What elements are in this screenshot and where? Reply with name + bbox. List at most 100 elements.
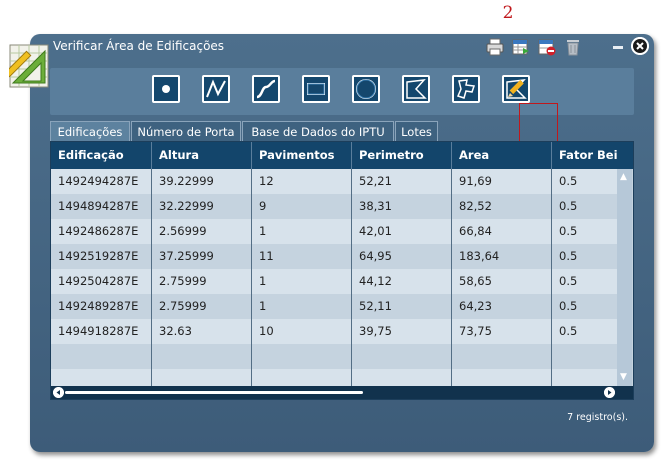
- table-cell: 42,01: [359, 224, 392, 238]
- table-cell: 2.56999: [159, 224, 207, 238]
- vertical-scrollbar[interactable]: ▲ ▼: [617, 169, 632, 386]
- column-divider: [251, 169, 252, 386]
- column-header[interactable]: Altura: [152, 142, 252, 169]
- polyline-tool-button[interactable]: [202, 75, 230, 103]
- polygon-tool-button[interactable]: [402, 75, 430, 103]
- rectangle-tool-button[interactable]: [302, 75, 330, 103]
- tab-numero-de-porta[interactable]: Número de Porta: [131, 121, 241, 141]
- table-cell: 39,75: [359, 324, 392, 338]
- scroll-left-icon[interactable]: [53, 387, 64, 398]
- table-row[interactable]: 1494918287E 32.63 10 39,75 73,75 0.5: [51, 319, 617, 344]
- table-cell: 32.22999: [159, 199, 214, 213]
- tab-base-de-dados-iptu[interactable]: Base de Dados do IPTU: [242, 121, 394, 141]
- table-header: Edificação Altura Pavimentos Perimetro A…: [51, 142, 633, 169]
- export-table-icon[interactable]: [512, 38, 530, 56]
- table-cell: 1494918287E: [58, 324, 139, 338]
- table-cell: 0.5: [559, 324, 578, 338]
- edit-pencil-tool-button[interactable]: [502, 75, 530, 103]
- table-row[interactable]: 1494894287E 32.22999 9 38,31 82,52 0.5: [51, 194, 617, 219]
- table-cell: 1492489287E: [58, 299, 139, 313]
- table-cell: 64,95: [359, 249, 392, 263]
- column-divider: [551, 169, 552, 386]
- close-icon[interactable]: [631, 37, 649, 55]
- column-header[interactable]: Perimetro: [352, 142, 452, 169]
- horizontal-scrollbar[interactable]: [51, 386, 633, 399]
- table-cell: 64,23: [459, 299, 492, 313]
- column-divider: [351, 169, 352, 386]
- column-header[interactable]: Pavimentos: [252, 142, 352, 169]
- table-cell: 73,75: [459, 324, 492, 338]
- freehand-tool-button[interactable]: [452, 75, 480, 103]
- column-header[interactable]: Fator Beira: [552, 142, 617, 169]
- table-cell: 2.75999: [159, 274, 207, 288]
- record-count: 7 registro(s).: [567, 412, 628, 423]
- table-cell: 11: [259, 249, 274, 263]
- drawing-toolbar: [50, 68, 634, 145]
- table-cell: 0.5: [559, 274, 578, 288]
- curve-tool-button[interactable]: [252, 75, 280, 103]
- column-header[interactable]: Area: [452, 142, 552, 169]
- circle-tool-icon: [356, 79, 376, 99]
- table-cell: 52,21: [359, 174, 392, 188]
- table-cell: 66,84: [459, 224, 492, 238]
- table-cell: 1: [259, 299, 267, 313]
- table-cell: 1494894287E: [58, 199, 139, 213]
- table-row[interactable]: 1492519287E 37.25999 11 64,95 183,64 0.5: [51, 244, 617, 269]
- minimize-button[interactable]: [613, 46, 623, 49]
- table-cell: 39.22999: [159, 174, 214, 188]
- table-cell: 0.5: [559, 224, 578, 238]
- table-row[interactable]: 1492486287E 2.56999 1 42,01 66,84 0.5: [51, 219, 617, 244]
- table-cell: 1492504287E: [58, 274, 139, 288]
- table-cell: 1492494287E: [58, 174, 139, 188]
- verify-buildings-window: Verificar Área de Edificações Edificaçõe…: [30, 34, 654, 452]
- rectangle-tool-icon: [307, 83, 325, 95]
- curve-tool-icon: [256, 79, 276, 99]
- highlight-box: [519, 103, 558, 145]
- print-icon[interactable]: [486, 38, 504, 56]
- window-title: Verificar Área de Edificações: [53, 39, 225, 53]
- polyline-tool-icon: [206, 79, 226, 98]
- table-cell: 12: [259, 174, 274, 188]
- table-cell: 91,69: [459, 174, 492, 188]
- table-cell: 82,52: [459, 199, 492, 213]
- table-cell: 2.75999: [159, 299, 207, 313]
- table-row[interactable]: 1492494287E 39.22999 12 52,21 91,69 0.5: [51, 169, 617, 194]
- table-cell: 38,31: [359, 199, 392, 213]
- table-cell: 44,12: [359, 274, 392, 288]
- table-cell: 58,65: [459, 274, 492, 288]
- buildings-table: Edificação Altura Pavimentos Perimetro A…: [50, 141, 634, 400]
- empty-row: [51, 344, 617, 369]
- table-row[interactable]: 1492489287E 2.75999 1 52,11 64,23 0.5: [51, 294, 617, 319]
- table-cell: 1: [259, 224, 267, 238]
- table-row[interactable]: 1492504287E 2.75999 1 44,12 58,65 0.5: [51, 269, 617, 294]
- table-cell: 183,64: [459, 249, 500, 263]
- table-cell: 0.5: [559, 249, 578, 263]
- polygon-tool-icon: [406, 79, 427, 99]
- annotation-number: 2: [502, 3, 514, 23]
- tab-lotes[interactable]: Lotes: [395, 121, 438, 141]
- table-cell: 0.5: [559, 299, 578, 313]
- scroll-right-icon[interactable]: [604, 387, 615, 398]
- point-tool-icon: [162, 85, 170, 93]
- scroll-up-icon[interactable]: ▲: [620, 173, 629, 182]
- table-cell: 1492519287E: [58, 249, 139, 263]
- table-cell: 0.5: [559, 199, 578, 213]
- table-cell: 10: [259, 324, 274, 338]
- scrollbar-thumb[interactable]: [65, 391, 363, 394]
- circle-tool-button[interactable]: [352, 75, 380, 103]
- tab-edificacoes[interactable]: Edificações: [50, 121, 130, 141]
- table-cell: 37.25999: [159, 249, 214, 263]
- table-cell: 0.5: [559, 174, 578, 188]
- remove-selection-icon[interactable]: [538, 38, 556, 56]
- app-ruler-icon: [9, 44, 49, 88]
- trash-icon[interactable]: [564, 38, 582, 56]
- scroll-down-icon[interactable]: ▼: [620, 373, 629, 382]
- column-header[interactable]: Edificação: [51, 142, 152, 169]
- edit-pencil-tool-icon: [506, 79, 527, 99]
- table-cell: 52,11: [359, 299, 392, 313]
- table-cell: 1: [259, 274, 267, 288]
- table-cell: 32.63: [159, 324, 192, 338]
- column-divider: [451, 169, 452, 386]
- table-cell: 9: [259, 199, 267, 213]
- point-tool-button[interactable]: [152, 75, 180, 103]
